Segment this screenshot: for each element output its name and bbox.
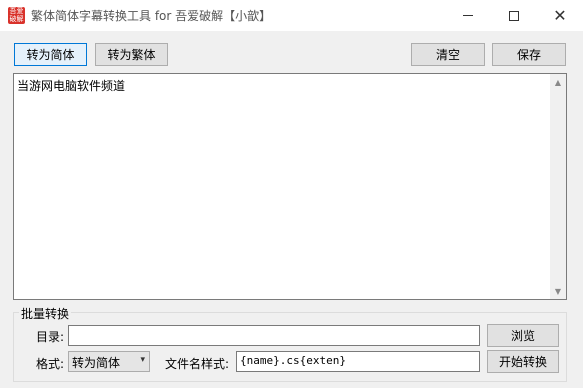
scroll-up-icon[interactable]: ▲	[550, 74, 566, 90]
format-select-value: 转为简体	[72, 356, 121, 370]
save-button[interactable]: 保存	[492, 43, 566, 66]
directory-label: 目录:	[36, 330, 65, 344]
format-label: 格式:	[36, 357, 65, 371]
clear-button[interactable]: 清空	[411, 43, 485, 66]
text-editor[interactable]: 当游网电脑软件频道 ▲ ▼	[13, 73, 567, 300]
start-convert-button[interactable]: 开始转换	[487, 350, 559, 373]
chevron-down-icon: ▾	[140, 355, 145, 365]
app-icon: 吾爱 破解	[8, 7, 25, 24]
filename-label: 文件名样式:	[165, 357, 230, 371]
title-bar: 吾爱 破解 繁体简体字幕转换工具 for 吾爱破解【小歆】 ✕	[0, 0, 583, 31]
minimize-button[interactable]	[445, 0, 491, 31]
filename-input[interactable]: {name}.cs{exten}	[236, 351, 480, 372]
to-traditional-button[interactable]: 转为繁体	[95, 43, 168, 66]
format-select[interactable]: 转为简体 ▾	[68, 351, 150, 372]
maximize-button[interactable]	[491, 0, 537, 31]
batch-legend: 批量转换	[19, 305, 72, 322]
minimize-icon	[463, 15, 473, 16]
close-icon: ✕	[553, 5, 567, 25]
window-title: 繁体简体字幕转换工具 for 吾爱破解【小歆】	[31, 9, 272, 23]
app-icon-line-1: 吾爱	[9, 7, 24, 15]
maximize-icon	[509, 10, 519, 21]
directory-input[interactable]	[68, 325, 480, 346]
app-icon-line-2: 破解	[9, 15, 24, 23]
editor-content: 当游网电脑软件频道	[17, 79, 126, 93]
close-button[interactable]: ✕	[537, 0, 583, 31]
scroll-down-icon[interactable]: ▼	[550, 283, 566, 299]
to-simplified-button[interactable]: 转为简体	[14, 43, 87, 66]
vertical-scrollbar[interactable]: ▲ ▼	[550, 74, 566, 299]
browse-button[interactable]: 浏览	[487, 324, 559, 347]
client-area: 转为简体 转为繁体 清空 保存 当游网电脑软件频道 ▲ ▼ 批量转换 目录: 浏…	[0, 31, 583, 388]
